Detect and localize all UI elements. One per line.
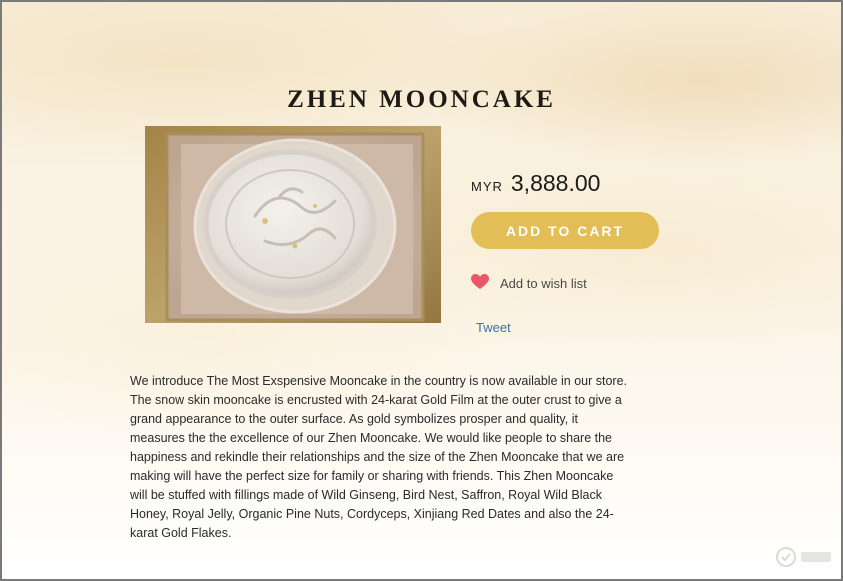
product-description: We introduce The Most Exspensive Mooncak… (130, 374, 628, 540)
mooncake-photo (145, 126, 441, 323)
price-currency: MYR (471, 179, 503, 194)
watermark (775, 546, 835, 573)
tweet-link[interactable]: Tweet (476, 320, 511, 335)
heart-icon (471, 274, 489, 293)
price: MYR 3,888.00 (471, 170, 600, 197)
product-page: ZHEN MOONCAKE MYR 3,888.00 ADD TO CART A… (0, 0, 843, 581)
product-image[interactable] (145, 126, 441, 323)
add-to-cart-button[interactable]: ADD TO CART (471, 212, 659, 249)
price-amount: 3,888.00 (510, 170, 601, 196)
wish-list-label: Add to wish list (500, 276, 587, 291)
watermark-logo-icon (775, 546, 835, 573)
page-title: ZHEN MOONCAKE (287, 86, 556, 113)
add-to-wish-list-link[interactable]: Add to wish list (471, 274, 587, 293)
